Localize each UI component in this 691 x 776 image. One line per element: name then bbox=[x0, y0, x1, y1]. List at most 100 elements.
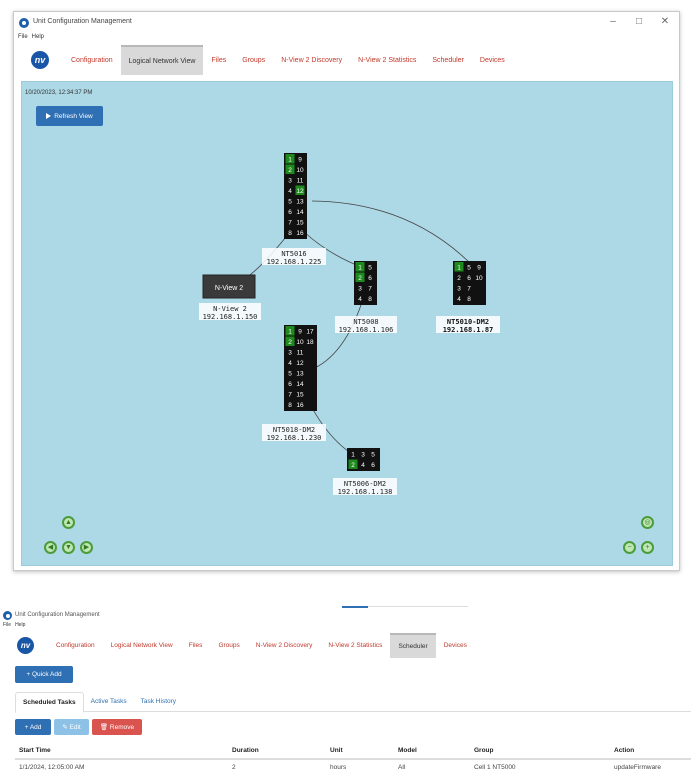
col-action[interactable]: Action bbox=[610, 743, 691, 760]
cell-group: Cell 1 NT5000 bbox=[474, 764, 516, 771]
port-number: 9 bbox=[298, 156, 302, 163]
menu-file[interactable]: File bbox=[3, 622, 11, 628]
col-start-time[interactable]: Start Time bbox=[15, 743, 228, 760]
nview2-name: N-View 2 bbox=[213, 305, 247, 313]
network-canvas[interactable]: 10/20/2023, 12:34:37 PM Refresh View 192… bbox=[21, 81, 673, 566]
nt5018-name: NT5018-DM2 bbox=[273, 426, 315, 434]
minimize-button[interactable]: – bbox=[607, 16, 619, 27]
port-number: 4 bbox=[361, 462, 365, 469]
nview2-ip: 192.168.1.150 bbox=[203, 313, 258, 321]
tab-nview2-discovery[interactable]: N-View 2 Discovery bbox=[248, 633, 321, 658]
pan-center-icon[interactable]: ▼ bbox=[62, 541, 75, 554]
port-number: 5 bbox=[288, 370, 292, 377]
tab-groups[interactable]: Groups bbox=[210, 633, 247, 658]
port-number: 10 bbox=[296, 167, 304, 174]
col-unit[interactable]: Unit bbox=[326, 743, 394, 760]
switch-nt5006-dm2[interactable]: 1 3 5 2 4 6 bbox=[347, 448, 380, 471]
tab-active-tasks[interactable]: Active Tasks bbox=[84, 692, 134, 711]
tab-nview2-statistics[interactable]: N-View 2 Statistics bbox=[320, 633, 390, 658]
port-number: 12 bbox=[296, 188, 304, 195]
pan-left-icon[interactable]: ◀ bbox=[44, 541, 57, 554]
zoom-up-icon[interactable]: ▲ bbox=[62, 516, 75, 529]
port-number: 5 bbox=[467, 264, 471, 271]
port-number: 16 bbox=[296, 402, 304, 409]
zoom-out-icon[interactable]: − bbox=[623, 541, 636, 554]
port-number: 8 bbox=[368, 296, 372, 303]
maximize-button[interactable]: □ bbox=[633, 16, 645, 27]
port-number: 6 bbox=[288, 381, 292, 388]
tab-scheduler[interactable]: Scheduler bbox=[390, 633, 436, 658]
fit-icon[interactable]: ◎ bbox=[641, 516, 654, 529]
port-number: 5 bbox=[368, 264, 372, 271]
zoom-in-icon[interactable]: + bbox=[641, 541, 654, 554]
tab-logical-network-view[interactable]: Logical Network View bbox=[120, 45, 204, 75]
tab-logical-network-view[interactable]: Logical Network View bbox=[103, 633, 181, 658]
switch-nt5016[interactable]: 1 92 10 3 11 4 12 5 13 6 14 7 15 8 16 bbox=[284, 153, 307, 239]
remove-task-button[interactable]: 🗑 Remove bbox=[92, 719, 142, 735]
port-number: 4 bbox=[358, 296, 362, 303]
port-number: 4 bbox=[288, 360, 292, 367]
window-title: Unit Configuration Management bbox=[15, 612, 100, 618]
tab-scheduler[interactable]: Scheduler bbox=[424, 45, 472, 75]
port-number: 10 bbox=[475, 275, 483, 282]
port-number: 17 bbox=[306, 328, 314, 335]
tab-configuration[interactable]: Configuration bbox=[63, 45, 121, 75]
tab-files[interactable]: Files bbox=[203, 45, 234, 75]
menu-help[interactable]: Help bbox=[32, 34, 44, 40]
port-number: 7 bbox=[288, 219, 292, 226]
port-number: 8 bbox=[288, 402, 292, 409]
edit-task-button[interactable]: ✎ Edit bbox=[54, 719, 89, 735]
menu-file[interactable]: File bbox=[18, 34, 28, 40]
add-task-button[interactable]: + Add bbox=[15, 719, 51, 735]
nt5010-ip: 192.168.1.87 bbox=[443, 326, 494, 334]
port-number: 6 bbox=[288, 209, 292, 216]
nt5018-ip: 192.168.1.230 bbox=[267, 434, 322, 442]
pan-right-icon[interactable]: ▶ bbox=[80, 541, 93, 554]
tab-devices[interactable]: Devices bbox=[472, 45, 513, 75]
port-number: 14 bbox=[296, 209, 304, 216]
tab-groups[interactable]: Groups bbox=[234, 45, 273, 75]
port-number: 18 bbox=[306, 339, 314, 346]
port-number: 2 bbox=[457, 275, 461, 282]
nt5006-ip: 192.168.1.138 bbox=[338, 488, 393, 496]
quick-add-button[interactable]: + Quick Add bbox=[15, 666, 73, 683]
port-number: 7 bbox=[368, 285, 372, 292]
port-number: 5 bbox=[371, 451, 375, 458]
close-button[interactable]: ✕ bbox=[659, 16, 671, 27]
task-toolbar: + Add ✎ Edit 🗑 Remove bbox=[15, 719, 142, 735]
tab-nview2-statistics[interactable]: N-View 2 Statistics bbox=[350, 45, 424, 75]
nv-logo: nv bbox=[17, 637, 34, 654]
switch-nt5018-dm2[interactable]: 1 9 17 2 10 18 3 11 4 12 5 13 6 14 7 15 8 16 bbox=[284, 325, 317, 411]
tab-configuration[interactable]: Configuration bbox=[48, 633, 103, 658]
progress-track bbox=[368, 606, 468, 607]
col-group[interactable]: Group bbox=[470, 743, 610, 760]
port-number: 13 bbox=[296, 370, 304, 377]
window-controls: – □ ✕ bbox=[607, 16, 671, 27]
cell-duration: 2 bbox=[232, 764, 236, 771]
col-duration[interactable]: Duration bbox=[228, 743, 326, 760]
tab-scheduled-tasks[interactable]: Scheduled Tasks bbox=[15, 692, 84, 713]
port-number: 12 bbox=[296, 360, 304, 367]
port-number: 8 bbox=[288, 230, 292, 237]
tab-files[interactable]: Files bbox=[181, 633, 211, 658]
cell-action: updateFirmware bbox=[614, 764, 661, 771]
nt5006-name: NT5006-DM2 bbox=[344, 480, 386, 488]
port-number: 3 bbox=[288, 349, 292, 356]
tab-task-history[interactable]: Task History bbox=[134, 692, 183, 711]
col-model[interactable]: Model bbox=[394, 743, 470, 760]
menu-help[interactable]: Help bbox=[15, 622, 25, 628]
tab-nview2-discovery[interactable]: N-View 2 Discovery bbox=[273, 45, 350, 75]
port-number: 7 bbox=[288, 391, 292, 398]
nt5008-name: NT5008 bbox=[353, 318, 378, 326]
table-row[interactable]: 1/1/2024, 12:05:00 AM 2 hours All Cell 1… bbox=[15, 759, 691, 775]
port-number: 10 bbox=[296, 339, 304, 346]
tab-devices[interactable]: Devices bbox=[436, 633, 475, 658]
port-number: 3 bbox=[457, 285, 461, 292]
port-number: 1 bbox=[351, 451, 355, 458]
switch-nt5008[interactable]: 1 52 63 74 8 bbox=[354, 261, 377, 305]
table-header-row: Start Time Duration Unit Model Group Act… bbox=[15, 743, 691, 760]
task-subtabs: Scheduled Tasks Active Tasks Task Histor… bbox=[15, 692, 691, 713]
port-number: 16 bbox=[296, 230, 304, 237]
switch-nt5010-dm2[interactable]: 1 5 9 2 6 10 3 74 8 bbox=[453, 261, 486, 305]
cell-unit: hours bbox=[330, 764, 347, 771]
